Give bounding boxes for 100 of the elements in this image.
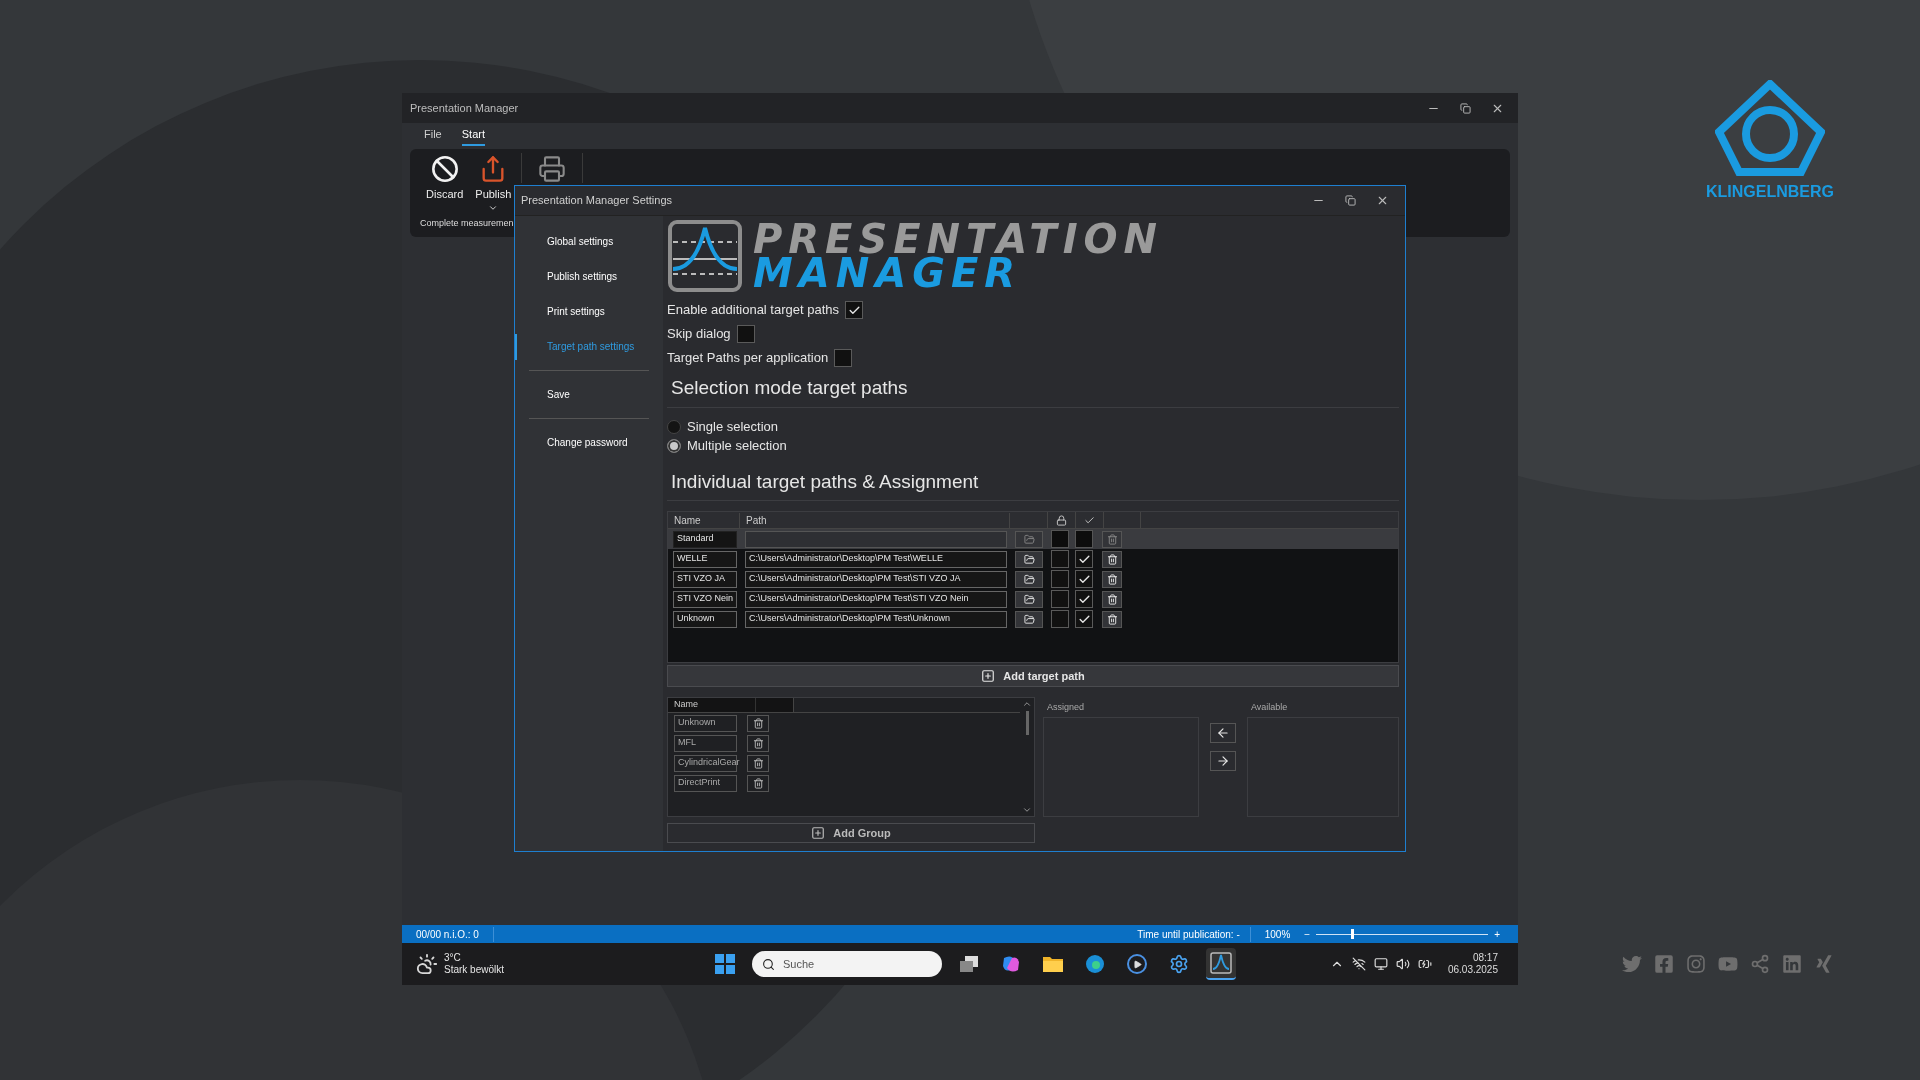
nav-item[interactable]: Target path settings xyxy=(547,339,635,354)
clock-date: 06.03.2025 xyxy=(1447,964,1498,976)
path-field[interactable]: C:\Users\Administrator\Desktop\PM Test\Unknown xyxy=(745,610,1007,628)
restore-icon[interactable] xyxy=(1345,195,1356,206)
speaker-icon[interactable] xyxy=(1395,957,1410,971)
group-name-field[interactable]: Unknown xyxy=(674,714,737,732)
add-target-path-button[interactable]: Add target path xyxy=(667,665,1399,687)
available-label: Available xyxy=(1250,701,1289,713)
delete-button[interactable] xyxy=(1102,550,1122,568)
option-label: Skip dialog xyxy=(667,325,731,344)
section-heading: Individual target paths & Assignment xyxy=(671,470,979,492)
delete-button[interactable] xyxy=(747,774,769,792)
dialog-title: Presentation Manager Settings xyxy=(521,193,673,209)
column-header: Path xyxy=(740,512,1010,528)
check-icon xyxy=(1084,514,1095,526)
option-checkbox[interactable] xyxy=(834,349,853,367)
nav-item[interactable]: Change password xyxy=(547,435,628,450)
option-checkbox[interactable] xyxy=(845,301,863,319)
delete-button[interactable] xyxy=(747,754,769,772)
zoom-in[interactable]: + xyxy=(1494,926,1518,942)
delete-button[interactable] xyxy=(747,714,769,732)
option-label: Enable additional target paths xyxy=(667,301,839,320)
ribbon-button[interactable]: Publish xyxy=(469,153,518,213)
lock-checkbox[interactable] xyxy=(1051,590,1069,608)
folder-icon xyxy=(1023,573,1035,585)
group-name-field[interactable]: DirectPrint xyxy=(674,774,737,792)
name-field[interactable]: STI VZO JA xyxy=(673,570,737,588)
lock-checkbox[interactable] xyxy=(1051,570,1069,588)
delete-button[interactable] xyxy=(1102,610,1122,628)
radio-button[interactable] xyxy=(667,420,681,434)
folder-icon xyxy=(1023,533,1035,545)
folder-icon xyxy=(1023,553,1035,565)
zoom-out[interactable]: − xyxy=(1304,926,1311,942)
lock-checkbox[interactable] xyxy=(1051,550,1069,568)
nav-item[interactable]: Save xyxy=(547,387,570,402)
trash-icon xyxy=(752,717,764,729)
browse-button[interactable] xyxy=(1015,550,1043,568)
path-field[interactable]: C:\Users\Administrator\Desktop\PM Test\WELLE xyxy=(745,550,1007,568)
delete-button[interactable] xyxy=(1102,570,1122,588)
column-header: Name xyxy=(668,512,740,528)
scroll-down-icon[interactable] xyxy=(1022,805,1032,815)
monitor-icon[interactable] xyxy=(1373,957,1388,971)
delete-button[interactable] xyxy=(1102,590,1122,608)
active-checkbox[interactable] xyxy=(1075,590,1093,608)
diamond-ring-icon xyxy=(1715,80,1825,176)
path-field[interactable]: C:\Users\Administrator\Desktop\PM Test\STI VZO Nein xyxy=(745,590,1007,608)
group-name-field[interactable]: MFL xyxy=(674,734,737,752)
active-checkbox[interactable] xyxy=(1075,550,1093,568)
delete-button[interactable] xyxy=(747,734,769,752)
trash-icon xyxy=(1106,593,1118,605)
task-view-icon xyxy=(959,954,979,974)
trash-icon xyxy=(752,737,764,749)
bell-curve-logo-icon xyxy=(667,219,743,293)
scroll-up-icon[interactable] xyxy=(1022,699,1032,709)
weather-condition: Stark bewölkt xyxy=(444,964,505,976)
option-label: Target Paths per application xyxy=(667,349,829,368)
browse-button[interactable] xyxy=(1015,590,1043,608)
zoom-slider[interactable] xyxy=(1316,928,1489,940)
nav-item[interactable]: Global settings xyxy=(547,234,614,249)
weather-temperature: 3°C xyxy=(444,952,462,964)
search-icon xyxy=(762,957,775,971)
slider-thumb[interactable] xyxy=(1350,929,1354,939)
active-checkbox[interactable] xyxy=(1075,610,1093,628)
trash-icon xyxy=(752,777,764,789)
menu-tab[interactable]: Start xyxy=(461,126,485,146)
search-field[interactable]: Suche xyxy=(752,951,942,977)
nav-item[interactable]: Publish settings xyxy=(547,269,618,284)
windows-icon xyxy=(715,954,735,974)
path-field[interactable]: C:\Users\Administrator\Desktop\PM Test\STI VZO JA xyxy=(745,570,1007,588)
ribbon-button[interactable]: Discard xyxy=(420,153,470,203)
name-field[interactable]: WELLE xyxy=(673,550,737,568)
move-right-button[interactable] xyxy=(1210,751,1236,771)
folder-icon xyxy=(1042,954,1064,974)
browse-button[interactable] xyxy=(1015,610,1043,628)
printer-icon[interactable] xyxy=(538,155,567,183)
menu-tab[interactable]: File xyxy=(424,126,442,146)
name-field[interactable]: STI VZO Nein xyxy=(673,590,737,608)
battery-icon[interactable] xyxy=(1417,957,1432,971)
assigned-label: Assigned xyxy=(1046,701,1086,713)
section-heading: Selection mode target paths xyxy=(671,377,908,398)
prohibit-icon xyxy=(430,155,459,183)
active-checkbox[interactable] xyxy=(1075,570,1093,588)
weather-icon xyxy=(416,953,438,975)
name-field[interactable]: Unknown xyxy=(673,610,737,628)
lock-checkbox[interactable] xyxy=(1051,610,1069,628)
publication-timer: Time until publication: - xyxy=(1127,926,1251,942)
radio-button[interactable] xyxy=(667,439,681,453)
move-left-button[interactable] xyxy=(1210,723,1236,743)
folder-icon xyxy=(1023,613,1035,625)
nav-item[interactable]: Print settings xyxy=(547,304,605,319)
restore-icon[interactable] xyxy=(1460,102,1471,114)
option-checkbox[interactable] xyxy=(736,325,755,343)
wifi-off-icon[interactable] xyxy=(1351,957,1366,971)
browse-button[interactable] xyxy=(1015,570,1043,588)
trash-icon xyxy=(1106,553,1118,565)
trash-icon xyxy=(1106,573,1118,585)
trash-icon xyxy=(1106,533,1118,545)
add-group-button[interactable]: Add Group xyxy=(667,823,1035,843)
close-icon[interactable] xyxy=(1376,194,1389,207)
play-icon xyxy=(1127,954,1147,974)
